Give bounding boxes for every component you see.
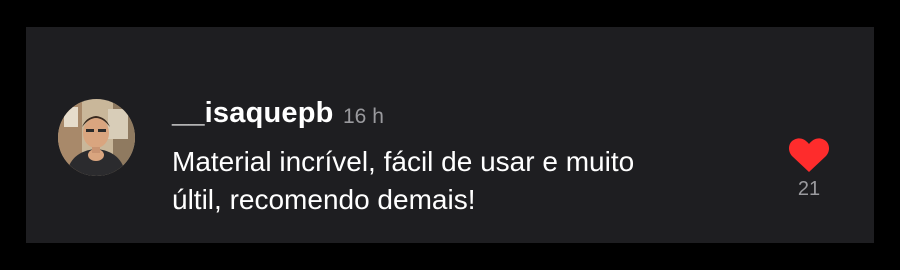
comment-text: Material incrível, fácil de usar e muito… (172, 143, 732, 219)
username[interactable]: __isaquepb (172, 97, 334, 130)
like-count: 21 (797, 178, 821, 200)
avatar-image (58, 99, 135, 176)
heart-icon (788, 138, 830, 172)
comment-line: últil, recomendo demais! (172, 184, 476, 215)
comment-timestamp: 16 h (343, 105, 384, 128)
like-button[interactable] (788, 137, 830, 173)
avatar[interactable] (58, 99, 135, 176)
comment-line: Material incrível, fácil de usar e muito (172, 146, 635, 177)
